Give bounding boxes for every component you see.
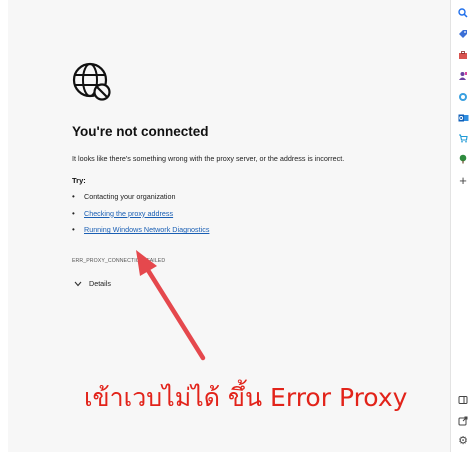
- error-description: It looks like there's something wrong wi…: [72, 154, 345, 163]
- network-diagnostics-link[interactable]: Running Windows Network Diagnostics: [84, 225, 209, 234]
- toolbox-icon[interactable]: [456, 48, 470, 62]
- bullet-icon: •: [72, 192, 75, 201]
- outlook-icon[interactable]: [456, 111, 470, 125]
- settings-icon[interactable]: ⚙: [456, 434, 470, 448]
- shopping-icon[interactable]: [456, 131, 470, 145]
- suggestion-text: Contacting your organization: [84, 192, 176, 201]
- suggestion-contact-org: • Contacting your organization: [72, 192, 372, 209]
- bullet-icon: •: [72, 225, 75, 234]
- suggestion-network-diagnostics: • Running Windows Network Diagnostics: [72, 225, 372, 242]
- tag-icon[interactable]: [456, 27, 470, 41]
- error-code: ERR_PROXY_CONNECTION_FAILED: [72, 258, 166, 264]
- add-icon[interactable]: +: [456, 173, 470, 187]
- details-label: Details: [89, 279, 111, 288]
- suggestion-list: • Contacting your organization • Checkin…: [72, 192, 372, 242]
- bullet-icon: •: [72, 208, 75, 218]
- split-screen-icon[interactable]: [456, 393, 470, 407]
- search-icon[interactable]: [456, 6, 470, 20]
- chevron-down-icon: [74, 281, 82, 286]
- globe-offline-icon: [72, 62, 111, 101]
- copilot-icon[interactable]: [456, 90, 470, 104]
- details-toggle[interactable]: Details: [74, 279, 111, 288]
- tree-icon[interactable]: [456, 152, 470, 166]
- browser-sidebar: + ⚙: [452, 0, 474, 452]
- try-label: Try:: [72, 176, 86, 185]
- person-icon[interactable]: [456, 69, 470, 83]
- annotation-caption: เข้าเวบไม่ได้ ขึ้น Error Proxy: [84, 383, 408, 412]
- suggestion-check-proxy: • Checking the proxy address: [72, 209, 372, 226]
- external-link-icon[interactable]: [456, 414, 470, 428]
- check-proxy-link[interactable]: Checking the proxy address: [84, 209, 173, 218]
- error-title: You're not connected: [72, 124, 209, 139]
